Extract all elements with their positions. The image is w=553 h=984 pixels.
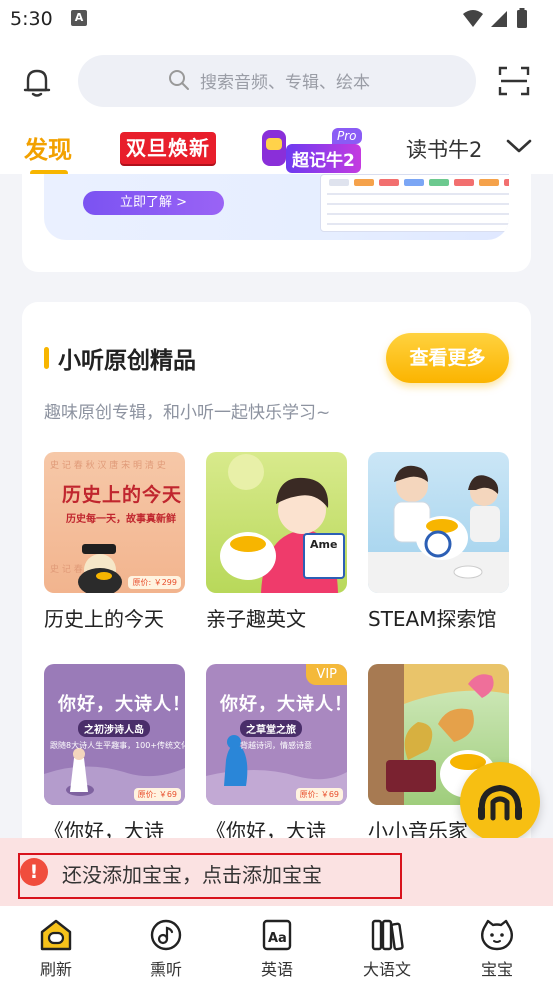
highlight-box <box>18 853 402 899</box>
original-albums-section: 小听原创精品 查看更多 趣味原创专辑，和小听一起快乐学习~ 史 记 春 秋 汉 … <box>22 302 531 862</box>
tab-new-year[interactable]: 双旦焕新 <box>120 132 216 164</box>
signal-icon <box>491 11 507 27</box>
album-cover[interactable]: 你好，大诗人！ 之草堂之旅 背越诗词，情感诗意 原价: ￥69 VIP <box>206 664 347 805</box>
cover-price: 原价: ￥69 <box>295 788 343 801</box>
album-title[interactable]: 亲子趣英文 <box>206 603 306 632</box>
nav-english[interactable]: Aa 英语 <box>237 918 317 980</box>
bookshelf-icon <box>371 919 404 951</box>
album-card[interactable]: 你好，大诗人！ 之初涉诗人岛 跟随8大诗人生平趣事，100+传统文化小知识 原价… <box>44 664 185 843</box>
assistant-button[interactable] <box>460 762 540 842</box>
comparison-table-image <box>320 174 509 232</box>
cover-title: 你好，大诗人！ <box>58 694 185 715</box>
wifi-icon <box>463 10 483 27</box>
nav-label: 大语文 <box>362 960 411 979</box>
battery-icon <box>517 10 527 28</box>
notification-icon: A <box>71 10 87 26</box>
robot-mascot-icon <box>262 130 286 166</box>
album-card[interactable]: 史 记 春 秋 汉 唐 宋 明 清 史 史 记 春 秋 历史上的今天 历史每一天… <box>44 452 185 631</box>
album-cover[interactable]: Ame <box>206 452 347 593</box>
section-title-marker <box>44 347 49 369</box>
bell-icon[interactable] <box>22 66 52 102</box>
tab-reading[interactable]: 读书牛2 <box>406 134 486 164</box>
scan-icon[interactable] <box>498 66 530 100</box>
status-bar: 5:30 A <box>0 0 553 38</box>
cover-tag: 之草堂之旅 <box>240 720 302 737</box>
nav-chinese[interactable]: 大语文 <box>347 918 427 980</box>
cover-book-text: Ame <box>310 538 338 551</box>
nav-baby[interactable]: 宝宝 <box>457 918 537 980</box>
promo-card: 立即了解 > <box>22 174 531 272</box>
bottom-nav: 刷新 熏听 Aa 英语 大语文 宝宝 <box>0 906 553 984</box>
status-time: 5:30 <box>10 8 53 30</box>
top-bar: 搜索音频、专辑、绘本 <box>0 38 553 120</box>
search-icon <box>168 69 190 95</box>
cover-subtitle: 背越诗词，情感诗意 <box>240 741 312 750</box>
album-card[interactable]: Ame 亲子趣英文 <box>206 452 347 631</box>
nav-home[interactable]: 刷新 <box>16 918 96 980</box>
album-card[interactable]: 你好，大诗人！ 之草堂之旅 背越诗词，情感诗意 原价: ￥69 VIP 《你好，… <box>206 664 347 843</box>
album-title[interactable]: STEAM探索馆 <box>368 603 497 632</box>
category-tabs: 发现 双旦焕新 Pro 超记牛2 读书牛2 <box>0 120 553 176</box>
search-input[interactable]: 搜索音频、专辑、绘本 <box>78 55 476 107</box>
svg-text:史 记 春 秋 汉 唐 宋 明 清 史: 史 记 春 秋 汉 唐 宋 明 清 史 <box>50 459 166 471</box>
pro-badge: Pro <box>332 128 362 144</box>
tab-discover[interactable]: 发现 <box>24 130 72 165</box>
add-baby-banner[interactable]: ! 还没添加宝宝，点击添加宝宝 <box>0 838 553 906</box>
headphone-n-icon <box>478 784 522 821</box>
cover-tag: 之初涉诗人岛 <box>78 720 150 737</box>
nav-label: 熏听 <box>149 960 182 979</box>
cover-subtitle: 历史每一天，故事真新鲜 <box>66 514 176 525</box>
cover-subtitle: 跟随8大诗人生平趣事，100+传统文化小知识 <box>50 741 185 750</box>
cover-price: 原价: ￥69 <box>133 788 181 801</box>
status-icons <box>461 8 541 34</box>
album-title[interactable]: 历史上的今天 <box>44 603 164 632</box>
tab-chaojiniu-label: 超记牛2 <box>286 144 361 173</box>
section-title: 小听原创精品 <box>58 348 196 374</box>
search-placeholder: 搜索音频、专辑、绘本 <box>200 73 370 93</box>
album-card[interactable]: STEAM探索馆 <box>368 452 509 631</box>
learn-more-button[interactable]: 立即了解 > <box>83 191 224 215</box>
album-cover[interactable]: 史 记 春 秋 汉 唐 宋 明 清 史 史 记 春 秋 历史上的今天 历史每一天… <box>44 452 185 593</box>
nav-listen[interactable]: 熏听 <box>126 918 206 980</box>
vip-badge: VIP <box>306 664 347 685</box>
view-more-button[interactable]: 查看更多 <box>386 333 509 383</box>
chevron-down-icon[interactable] <box>506 138 532 158</box>
home-icon <box>40 919 72 951</box>
tab-chaojiniu[interactable]: Pro 超记牛2 <box>262 128 362 173</box>
nav-label: 英语 <box>260 960 293 979</box>
music-note-icon <box>150 919 182 951</box>
cover-title: 你好，大诗人！ <box>220 694 347 715</box>
section-subtitle: 趣味原创专辑，和小听一起快乐学习~ <box>44 403 331 423</box>
svg-text:Aa: Aa <box>268 931 287 946</box>
album-cover[interactable]: 你好，大诗人！ 之初涉诗人岛 跟随8大诗人生平趣事，100+传统文化小知识 原价… <box>44 664 185 805</box>
promo-banner[interactable]: 立即了解 > <box>44 174 509 240</box>
nav-label: 刷新 <box>39 960 72 979</box>
album-cover[interactable] <box>368 452 509 593</box>
baby-face-icon <box>481 919 513 951</box>
cover-price: 原价: ￥299 <box>128 576 181 589</box>
english-book-icon: Aa <box>262 919 292 951</box>
cover-title: 历史上的今天 <box>62 484 183 506</box>
nav-label: 宝宝 <box>480 960 513 979</box>
